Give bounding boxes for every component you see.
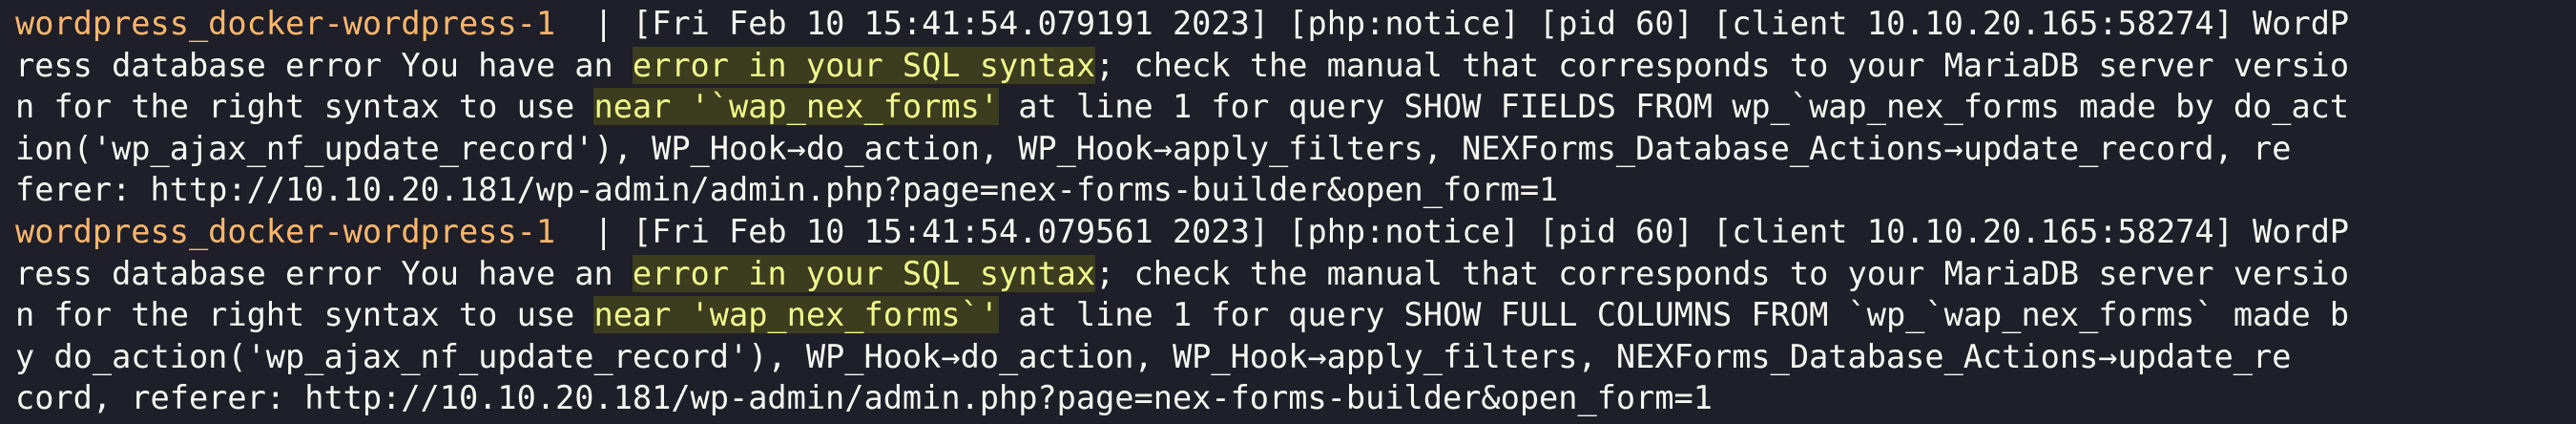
log-text: ress database error You have an	[15, 46, 633, 84]
search-highlight: near 'wap_nex_forms`'	[593, 296, 1000, 334]
search-highlight: near '`wap_nex_forms'	[593, 88, 1000, 126]
log-text: n for the right syntax to use	[15, 88, 594, 126]
separator: |	[555, 5, 633, 42]
log-text: ress database error You have an	[15, 254, 633, 292]
log-text: y do_action('wp_ajax_nf_update_record'),…	[15, 337, 2292, 375]
log-text: cord, referer: http://10.10.20.181/wp-ad…	[15, 379, 1713, 417]
log-line: ion('wp_ajax_nf_update_record'), WP_Hook…	[15, 128, 2576, 170]
log-line: y do_action('wp_ajax_nf_update_record'),…	[15, 336, 2576, 378]
log-line: ress database error You have an error in…	[15, 253, 2576, 295]
log-line: cord, referer: http://10.10.20.181/wp-ad…	[15, 377, 2576, 419]
log-line: wordpress_docker-wordpress-1 | [Fri Feb …	[15, 211, 2576, 253]
container-name: wordpress_docker-wordpress-1	[15, 5, 556, 42]
separator: |	[555, 212, 633, 250]
log-line: n for the right syntax to use near 'wap_…	[15, 294, 2576, 336]
log-text: ion('wp_ajax_nf_update_record'), WP_Hook…	[15, 129, 2292, 167]
terminal-window[interactable]: wordpress_docker-wordpress-1 | [Fri Feb …	[0, 0, 2576, 424]
log-text: [Fri Feb 10 15:41:54.079191 2023] [php:n…	[632, 5, 2350, 42]
log-text: n for the right syntax to use	[15, 296, 594, 334]
log-text: ; check the manual that corresponds to y…	[1095, 254, 2350, 292]
search-highlight: error in your SQL syntax	[632, 46, 1096, 84]
log-line: wordpress_docker-wordpress-1 | [Fri Feb …	[15, 3, 2576, 45]
log-line: ferer: http://10.10.20.181/wp-admin/admi…	[15, 169, 2576, 211]
container-name: wordpress_docker-wordpress-1	[15, 212, 556, 250]
log-text: ; check the manual that corresponds to y…	[1095, 46, 2350, 84]
log-text: at line 1 for query SHOW FIELDS FROM wp_…	[999, 88, 2350, 126]
log-line: n for the right syntax to use near '`wap…	[15, 86, 2576, 128]
log-text: at line 1 for query SHOW FULL COLUMNS FR…	[999, 296, 2350, 334]
log-text: ferer: http://10.10.20.181/wp-admin/admi…	[15, 171, 1559, 209]
log-line: ress database error You have an error in…	[15, 45, 2576, 87]
log-text: [Fri Feb 10 15:41:54.079561 2023] [php:n…	[632, 212, 2350, 250]
search-highlight: error in your SQL syntax	[632, 254, 1096, 292]
